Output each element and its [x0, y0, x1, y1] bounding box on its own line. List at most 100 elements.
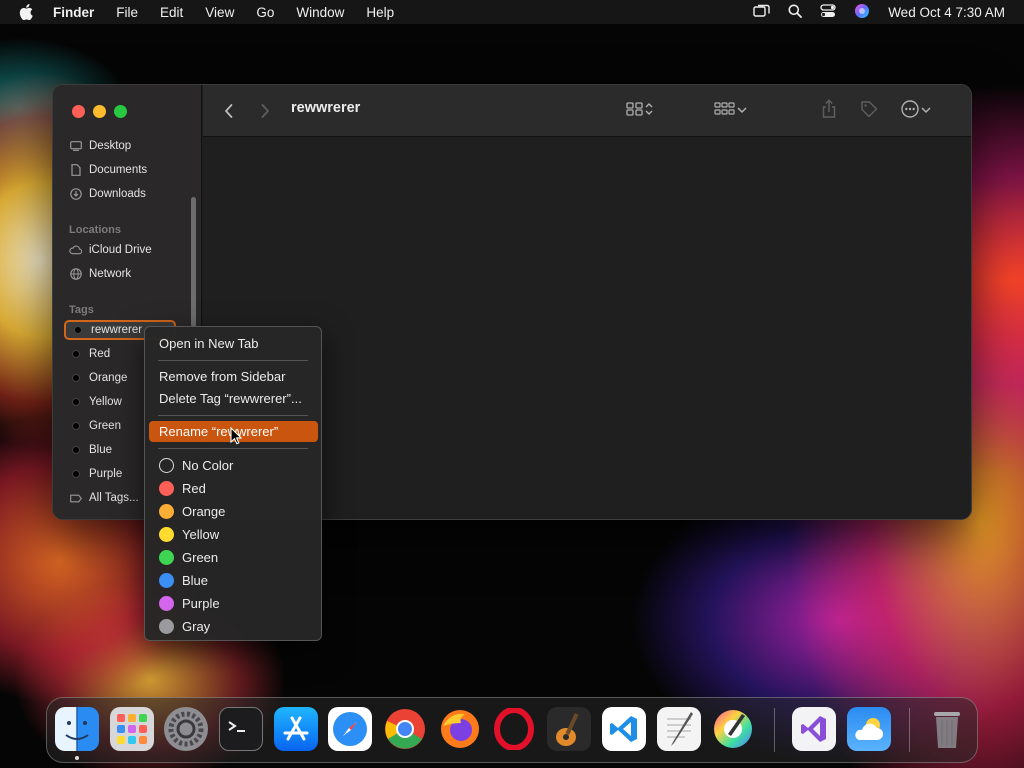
color-option-red[interactable]: Red — [149, 478, 318, 499]
color-swatch — [159, 481, 174, 496]
sidebar-tag-orange[interactable]: Orange — [69, 368, 127, 388]
sidebar-label: Purple — [89, 468, 123, 480]
sidebar-item-network[interactable]: Network — [69, 264, 131, 284]
close-button[interactable] — [72, 105, 85, 118]
opera-app-icon[interactable] — [492, 707, 536, 751]
menu-file[interactable]: File — [105, 5, 149, 20]
chevron-down-icon — [920, 102, 932, 120]
sidebar-tag-purple[interactable]: Purple — [69, 464, 122, 484]
tag-icon — [69, 494, 82, 503]
menu-separator — [158, 360, 308, 361]
sidebar-tag-yellow[interactable]: Yellow — [69, 392, 122, 412]
terminal-app-icon[interactable] — [219, 707, 263, 751]
view-mode-button[interactable] — [626, 99, 654, 123]
menu-view[interactable]: View — [194, 5, 245, 20]
sidebar-item-downloads[interactable]: Downloads — [69, 184, 146, 204]
color-swatch — [159, 619, 174, 634]
sidebar-label: Red — [89, 348, 111, 360]
visual-studio-app-icon[interactable] — [792, 707, 836, 751]
screen-mirroring-icon[interactable] — [753, 4, 770, 21]
zoom-button[interactable] — [114, 105, 127, 118]
dock-divider — [774, 708, 775, 752]
app-store-app-icon[interactable] — [274, 707, 318, 751]
sidebar-scrollbar[interactable] — [191, 197, 196, 327]
sidebar-label: Desktop — [89, 140, 132, 152]
sidebar-item-icloud-drive[interactable]: iCloud Drive — [69, 240, 152, 260]
color-option-gray[interactable]: Gray — [149, 616, 318, 637]
sidebar-label: Green — [89, 420, 121, 432]
color-label: Yellow — [182, 527, 220, 542]
tag-dot-icon — [69, 350, 82, 358]
cloud-icon — [69, 245, 82, 255]
menu-edit[interactable]: Edit — [149, 5, 194, 20]
color-option-no-color[interactable]: No Color — [149, 455, 318, 476]
mouse-pointer-icon — [230, 426, 243, 450]
share-icon — [821, 98, 837, 124]
sidebar-item-all-tags[interactable]: All Tags... — [69, 488, 139, 508]
color-swatch — [159, 527, 174, 542]
action-menu-button[interactable] — [900, 99, 932, 123]
globe-icon — [69, 268, 82, 280]
forward-button[interactable] — [259, 99, 271, 123]
finder-app-icon[interactable] — [55, 707, 99, 751]
sidebar-tag-green[interactable]: Green — [69, 416, 121, 436]
tag-dot-icon — [69, 470, 82, 478]
updown-chevron-icon — [644, 101, 654, 122]
textedit-app-icon[interactable] — [657, 707, 701, 751]
menu-clock[interactable]: Wed Oct 4 7:30 AM — [888, 5, 1005, 20]
tag-dot-icon — [69, 398, 82, 406]
tag-button[interactable] — [859, 99, 879, 123]
firefox-app-icon[interactable] — [438, 707, 482, 751]
trash-icon[interactable] — [925, 707, 969, 751]
menu-item-delete-tag[interactable]: Delete Tag “rewwrerer”... — [149, 388, 318, 409]
apple-menu-icon[interactable] — [0, 4, 52, 20]
menu-window[interactable]: Window — [285, 5, 355, 20]
menu-finder[interactable]: Finder — [52, 5, 105, 20]
group-button[interactable] — [714, 99, 748, 123]
color-option-yellow[interactable]: Yellow — [149, 524, 318, 545]
color-option-orange[interactable]: Orange — [149, 501, 318, 522]
group-grid-icon — [714, 101, 736, 122]
chrome-app-icon[interactable] — [383, 707, 427, 751]
safari-app-icon[interactable] — [328, 707, 372, 751]
sidebar-label: Downloads — [89, 188, 146, 200]
color-label: Green — [182, 550, 219, 565]
menu-item-open-new-tab[interactable]: Open in New Tab — [149, 333, 318, 354]
menu-help[interactable]: Help — [355, 5, 405, 20]
color-label: Blue — [182, 573, 209, 588]
weather-app-icon[interactable] — [847, 707, 891, 751]
share-button[interactable] — [821, 98, 837, 124]
system-settings-app-icon[interactable] — [164, 707, 208, 751]
color-option-blue[interactable]: Blue — [149, 570, 318, 591]
minimize-button[interactable] — [93, 105, 106, 118]
dock — [46, 697, 978, 763]
spotlight-search-icon[interactable] — [788, 4, 803, 21]
sidebar-tag-red[interactable]: Red — [69, 344, 110, 364]
menu-go[interactable]: Go — [245, 5, 285, 20]
sidebar-tag-blue[interactable]: Blue — [69, 440, 112, 460]
garageband-app-icon[interactable] — [547, 707, 591, 751]
tag-icon — [859, 99, 879, 124]
dock-divider — [909, 708, 910, 752]
siri-icon[interactable] — [854, 3, 870, 22]
pixelmator-app-icon[interactable] — [711, 707, 755, 751]
tag-dot-icon — [69, 446, 82, 454]
sidebar-label: Documents — [89, 164, 148, 176]
sidebar-label: Yellow — [89, 396, 122, 408]
vscode-app-icon[interactable] — [602, 707, 646, 751]
color-swatch — [159, 550, 174, 565]
tag-dot-icon — [69, 374, 82, 382]
menu-item-remove-from-sidebar[interactable]: Remove from Sidebar — [149, 366, 318, 387]
control-center-icon[interactable] — [820, 3, 836, 21]
sidebar-label: rewwrerer — [91, 324, 143, 336]
color-option-purple[interactable]: Purple — [149, 593, 318, 614]
launchpad-app-icon[interactable] — [110, 707, 154, 751]
color-option-green[interactable]: Green — [149, 547, 318, 568]
color-label: Gray — [182, 619, 211, 634]
color-swatch — [159, 596, 174, 611]
sidebar-section-locations: Locations — [69, 224, 121, 236]
download-icon — [69, 188, 82, 200]
sidebar-item-desktop[interactable]: Desktop — [69, 136, 131, 156]
sidebar-item-documents[interactable]: Documents — [69, 160, 147, 180]
back-button[interactable] — [223, 99, 235, 123]
